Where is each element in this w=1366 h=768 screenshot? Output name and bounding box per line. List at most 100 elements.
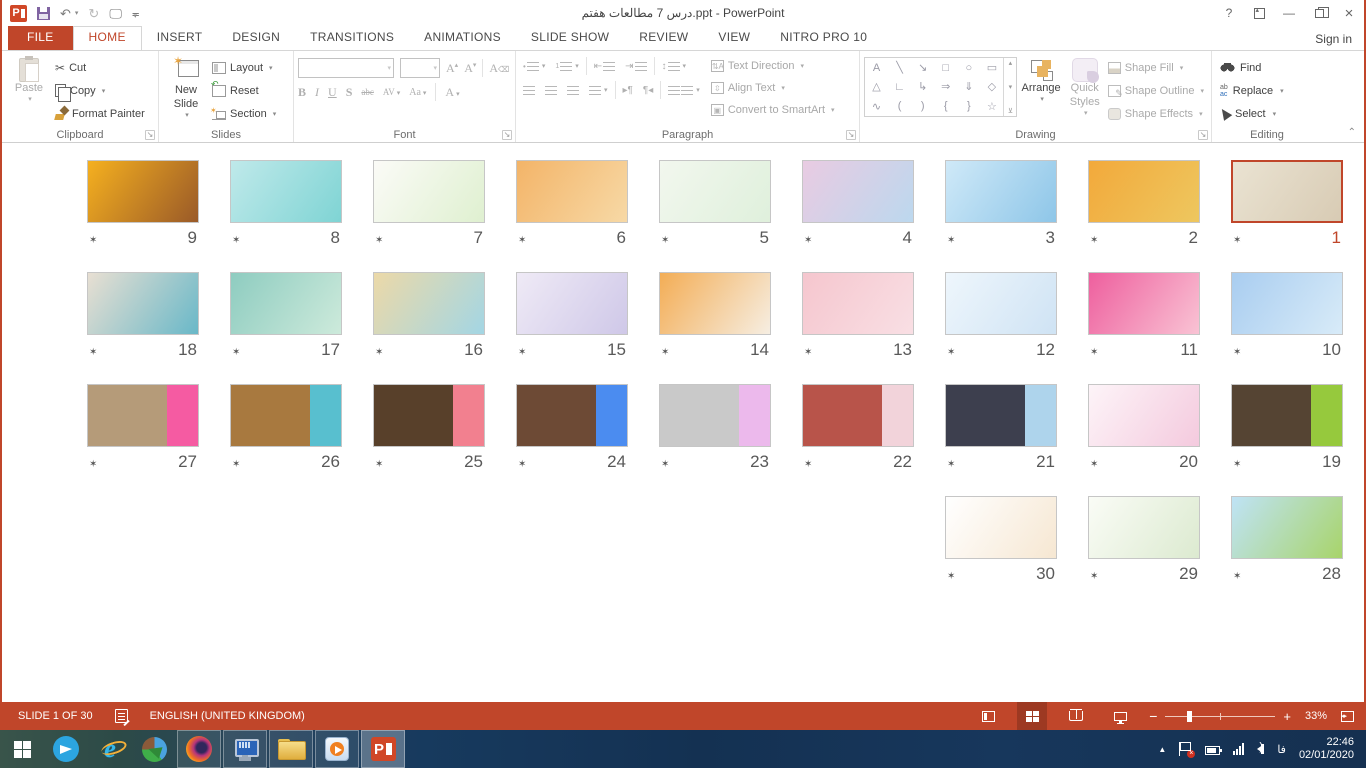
language-indicator[interactable]: ENGLISH (UNITED KINGDOM) (150, 710, 305, 722)
font-name-combo[interactable]: ▾ (298, 58, 394, 78)
tab-home[interactable]: HOME (73, 26, 142, 51)
animation-star-icon[interactable]: ✶ (518, 459, 526, 470)
zoom-in-button[interactable]: + (1283, 709, 1291, 724)
tab-insert[interactable]: INSERT (142, 26, 218, 50)
section-button[interactable]: Section▾ (209, 103, 279, 124)
close-button[interactable]: × (1334, 2, 1364, 24)
down-arrow-shape-icon[interactable]: ⇓ (964, 80, 973, 93)
slide-thumbnail-13[interactable] (802, 272, 914, 335)
minimize-button[interactable]: — (1274, 2, 1304, 24)
zoom-slider-thumb[interactable] (1187, 711, 1192, 722)
tab-transitions[interactable]: TRANSITIONS (295, 26, 409, 50)
telegram-taskbar-icon[interactable] (44, 730, 88, 768)
animation-star-icon[interactable]: ✶ (804, 459, 812, 470)
font-dialog-launcher-icon[interactable]: ↘ (502, 130, 512, 140)
slide-thumbnail-24[interactable] (516, 384, 628, 447)
slide-thumbnail-4[interactable] (802, 160, 914, 223)
slide-thumbnail-1[interactable] (1231, 160, 1343, 223)
hidden-icons-chevron-icon[interactable]: ▲ (1158, 745, 1166, 754)
animation-star-icon[interactable]: ✶ (947, 347, 955, 358)
bullets-button[interactable]: •▾ (520, 56, 548, 76)
replace-button[interactable]: abacReplace▾ (1216, 80, 1288, 101)
animation-star-icon[interactable]: ✶ (232, 347, 240, 358)
drawing-dialog-launcher-icon[interactable]: ↘ (1198, 130, 1208, 140)
align-left-button[interactable] (520, 80, 538, 100)
normal-view-button[interactable] (973, 702, 1003, 730)
layout-button[interactable]: Layout▾ (209, 57, 279, 78)
freeform-shape-icon[interactable]: ∿ (872, 100, 881, 113)
text-shadow-button[interactable]: S (346, 85, 353, 100)
animation-star-icon[interactable]: ✶ (375, 459, 383, 470)
animation-star-icon[interactable]: ✶ (804, 235, 812, 246)
text-direction-button[interactable]: ⇅AText Direction▾ (711, 56, 835, 76)
strikethrough-button[interactable]: abc (361, 87, 374, 97)
zoom-out-button[interactable]: − (1149, 708, 1157, 724)
collapse-ribbon-icon[interactable]: ⌃ (1348, 127, 1356, 138)
save-icon[interactable] (37, 7, 50, 20)
slide-thumbnail-17[interactable] (230, 272, 342, 335)
animation-star-icon[interactable]: ✶ (947, 235, 955, 246)
undo-caret-icon[interactable]: ▾ (75, 9, 79, 17)
customize-qat-icon[interactable]: ᐀▾ (132, 7, 140, 20)
slide-thumbnail-30[interactable] (945, 496, 1057, 559)
slide-sorter-view-button[interactable] (1017, 702, 1047, 730)
animation-star-icon[interactable]: ✶ (518, 347, 526, 358)
grow-font-button[interactable]: A▴ (446, 61, 458, 76)
copy-button[interactable]: Copy▾ (52, 80, 148, 101)
slide-thumbnail-18[interactable] (87, 272, 199, 335)
shape-outline-button[interactable]: Shape Outline▾ (1105, 80, 1207, 101)
decrease-indent-button[interactable]: ⇤ (591, 56, 618, 76)
slide-thumbnail-26[interactable] (230, 384, 342, 447)
animation-star-icon[interactable]: ✶ (375, 235, 383, 246)
slide-thumbnail-12[interactable] (945, 272, 1057, 335)
taskbar-clock[interactable]: 22:46 02/01/2020 (1299, 736, 1354, 762)
slide-thumbnail-5[interactable] (659, 160, 771, 223)
firefox-taskbar-icon[interactable] (177, 730, 221, 768)
arrange-button[interactable]: Arrange▾ (1017, 54, 1064, 126)
slide-thumbnail-7[interactable] (373, 160, 485, 223)
elbow-arrow-connector-shape-icon[interactable]: ↳ (918, 80, 927, 93)
slide-thumbnail-10[interactable] (1231, 272, 1343, 335)
font-color-button[interactable]: A▾ (445, 85, 459, 100)
slide-thumbnail-22[interactable] (802, 384, 914, 447)
underline-button[interactable]: U (328, 85, 337, 100)
left-brace-shape-icon[interactable]: { (944, 100, 948, 112)
columns-button[interactable]: ▾ (665, 80, 703, 100)
animation-star-icon[interactable]: ✶ (1090, 347, 1098, 358)
slide-thumbnail-8[interactable] (230, 160, 342, 223)
internet-explorer-taskbar-icon[interactable]: e (88, 730, 132, 768)
battery-icon[interactable] (1205, 746, 1220, 755)
increase-indent-button[interactable]: ⇥ (622, 56, 649, 76)
slide-show-button[interactable] (1105, 702, 1135, 730)
quick-styles-button[interactable]: Quick Styles▾ (1065, 54, 1105, 126)
slide-thumbnail-27[interactable] (87, 384, 199, 447)
start-button[interactable] (0, 730, 44, 768)
animation-star-icon[interactable]: ✶ (89, 235, 97, 246)
action-center-flag-icon[interactable]: × (1179, 742, 1192, 756)
tab-nitro-pro-10[interactable]: NITRO PRO 10 (765, 26, 882, 50)
tab-view[interactable]: VIEW (703, 26, 765, 50)
shapes-gallery-scrollbar[interactable]: ▴▾⊻ (1003, 58, 1016, 116)
line-shape-icon[interactable]: ╲ (896, 61, 903, 74)
zoom-slider[interactable] (1165, 716, 1275, 717)
slide-thumbnail-2[interactable] (1088, 160, 1200, 223)
powerpoint-taskbar-icon[interactable]: P (361, 730, 405, 768)
rectangle-shape-icon[interactable]: □ (942, 62, 949, 74)
tab-slide-show[interactable]: SLIDE SHOW (516, 26, 624, 50)
slide-thumbnail-23[interactable] (659, 384, 771, 447)
clear-formatting-button[interactable]: A⌫ (489, 61, 509, 76)
zoom-level[interactable]: 33% (1305, 710, 1327, 722)
file-explorer-taskbar-icon[interactable] (269, 730, 313, 768)
star-shape-icon[interactable]: ☆ (987, 100, 997, 113)
slide-thumbnail-29[interactable] (1088, 496, 1200, 559)
tab-animations[interactable]: ANIMATIONS (409, 26, 516, 50)
undo-icon[interactable]: ↶ (60, 7, 71, 20)
align-right-button[interactable] (564, 80, 582, 100)
animation-star-icon[interactable]: ✶ (89, 347, 97, 358)
arrow-shape-icon[interactable]: ↘ (918, 61, 927, 74)
character-spacing-button[interactable]: AV▾ (383, 87, 400, 97)
numbering-button[interactable]: 1▾ (552, 56, 581, 76)
tab-review[interactable]: REVIEW (624, 26, 703, 50)
slide-thumbnail-21[interactable] (945, 384, 1057, 447)
shrink-font-button[interactable]: A▾ (464, 61, 476, 76)
